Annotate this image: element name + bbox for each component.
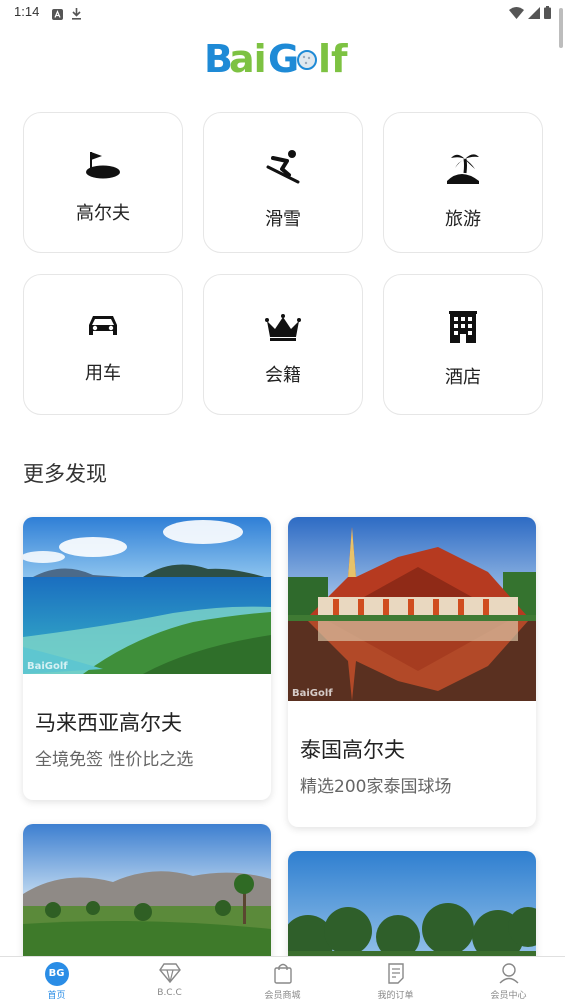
download-icon (71, 5, 82, 24)
notification-a-icon (52, 5, 63, 24)
tab-member-center[interactable]: 会员中心 (452, 957, 565, 1005)
diamond-icon (113, 962, 226, 986)
order-list-icon (339, 962, 452, 986)
section-title: 更多发现 (23, 462, 107, 486)
category-label: 用车 (85, 363, 121, 384)
tab-label: 首页 (47, 991, 66, 1001)
card-subtitle: 精选200家泰国球场 (300, 777, 452, 797)
card-malaysia-golf[interactable]: BaiGolf 马来西亚高尔夫 全境免签 性价比之选 (23, 517, 271, 800)
wifi-icon (509, 4, 524, 23)
category-golf[interactable]: 高尔夫 (23, 112, 183, 253)
svg-text:lf: lf (318, 38, 348, 78)
crown-icon (204, 313, 362, 349)
skier-icon (204, 149, 362, 185)
card-title: 泰国高尔夫 (300, 738, 405, 762)
tab-label: 我的订单 (377, 991, 414, 1001)
category-travel[interactable]: 旅游 (383, 112, 543, 253)
category-label: 高尔夫 (76, 203, 130, 224)
signal-icon (528, 4, 540, 23)
tab-my-orders[interactable]: 我的订单 (339, 957, 452, 1005)
category-label: 酒店 (445, 367, 481, 388)
desert-course-image (23, 824, 271, 974)
category-membership[interactable]: 会籍 (203, 274, 363, 415)
home-badge-icon: BG (0, 962, 113, 986)
category-label: 滑雪 (265, 209, 301, 230)
tab-label: B.C.C (157, 988, 182, 998)
image-watermark: BaiGolf (292, 688, 333, 699)
shopping-bag-icon (226, 962, 339, 986)
tab-member-mall[interactable]: 会员商城 (226, 957, 339, 1005)
battery-icon (544, 4, 551, 23)
card-title: 马来西亚高尔夫 (35, 711, 182, 735)
svg-text:ai: ai (229, 38, 266, 78)
hotel-building-icon (384, 311, 542, 347)
category-label: 旅游 (445, 209, 481, 230)
palm-island-icon (384, 149, 542, 185)
status-bar: 1:14 (0, 0, 565, 24)
tab-home[interactable]: BG 首页 (0, 957, 113, 1005)
golf-green-icon (24, 151, 182, 187)
image-watermark: BaiGolf (27, 661, 68, 672)
thailand-temple-image: BaiGolf (288, 517, 536, 701)
bottom-tab-bar: BG 首页 B.C.C 会员商城 我的订单 会员中心 (0, 956, 565, 1005)
status-time: 1:14 (14, 4, 40, 19)
car-icon (24, 313, 182, 349)
card-thailand-golf[interactable]: BaiGolf 泰国高尔夫 精选200家泰国球场 (288, 517, 536, 827)
card-desert-golf[interactable] (23, 824, 271, 974)
tab-label: 会员商城 (264, 991, 301, 1001)
baigolf-logo: B ai G lf (204, 37, 364, 81)
tab-label: 会员中心 (490, 991, 527, 1001)
category-ski[interactable]: 滑雪 (203, 112, 363, 253)
tab-bcc[interactable]: B.C.C (113, 957, 226, 1005)
svg-text:G: G (268, 38, 299, 78)
malaysia-island-image: BaiGolf (23, 517, 271, 674)
scrollbar[interactable] (559, 8, 563, 48)
category-car[interactable]: 用车 (23, 274, 183, 415)
svg-text:B: B (204, 38, 232, 78)
category-hotel[interactable]: 酒店 (383, 274, 543, 415)
card-subtitle: 全境免签 性价比之选 (35, 750, 194, 770)
category-label: 会籍 (265, 365, 301, 386)
user-icon (452, 962, 565, 986)
